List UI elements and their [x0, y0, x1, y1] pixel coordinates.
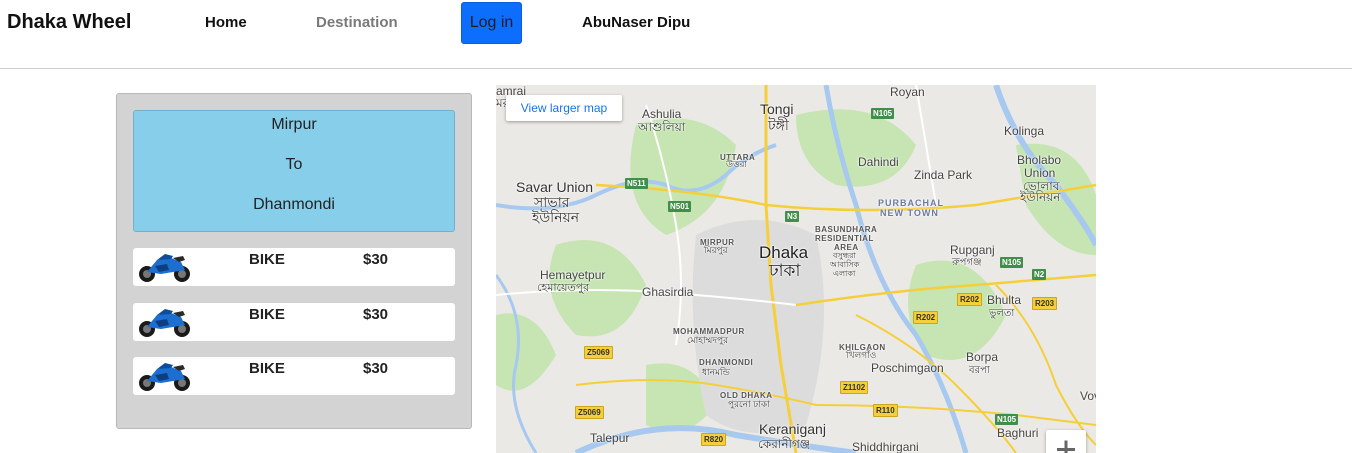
- user-name-link[interactable]: AbuNaser Dipu: [582, 14, 690, 31]
- route-to-label: To: [285, 156, 303, 173]
- map-label: পুরনো ঢাকা: [728, 399, 770, 409]
- map-label: এলাকা: [833, 269, 856, 278]
- map-label: ইউনিয়ন: [532, 209, 580, 225]
- ride-price: $30: [363, 251, 389, 268]
- map-label: মিরপুর: [704, 245, 728, 255]
- map-label: সাভার: [534, 194, 570, 210]
- route-destination: Dhanmondi: [253, 196, 335, 213]
- ride-type: BIKE: [249, 251, 285, 268]
- road-shield: N501: [668, 201, 692, 212]
- route-summary: Mirpur To Dhanmondi: [133, 110, 455, 232]
- ride-search-panel: Mirpur To Dhanmondi BIKE $30 BIKE $30 BI…: [116, 93, 472, 429]
- map-label: উত্তরা: [726, 159, 748, 169]
- road-shield: N105: [1000, 257, 1024, 268]
- map-label: Royan: [890, 85, 925, 99]
- motorbike-image: [139, 254, 190, 282]
- map-label: ভুলতা: [989, 308, 1015, 319]
- road-shield: Z5069: [584, 346, 613, 359]
- ride-type: BIKE: [249, 306, 285, 323]
- map-label: Vov: [1080, 389, 1096, 403]
- ride-option[interactable]: BIKE $30: [133, 303, 455, 341]
- view-larger-map-link[interactable]: View larger map: [506, 95, 622, 121]
- ride-price: $30: [363, 306, 389, 323]
- road-shield: Z1102: [840, 381, 869, 394]
- map-label: Kolinga: [1004, 124, 1045, 138]
- road-shield: N3: [785, 211, 800, 222]
- navbar: Dhaka Wheel Home Destination Log in AbuN…: [0, 0, 1352, 69]
- road-shield: R820: [701, 433, 727, 446]
- motorbike-image: [139, 309, 190, 337]
- map-label: Talepur: [590, 431, 630, 445]
- road-shield: R202: [913, 311, 939, 324]
- map-label: Tongi: [760, 101, 794, 117]
- road-shield: N511: [625, 178, 648, 189]
- map-label: আশুলিয়া: [638, 120, 686, 134]
- map-label: Baghuri: [997, 426, 1039, 440]
- map-label: Poschimgaon: [871, 361, 944, 375]
- map-label: কেরানীগঞ্জ: [758, 437, 811, 451]
- map-label: Dhaka: [759, 243, 809, 262]
- map-label: হেমায়েতপুর: [537, 282, 590, 294]
- map-label: Hemayetpur: [540, 268, 606, 282]
- road-shield: N105: [995, 414, 1019, 425]
- road-shield: N105: [871, 108, 895, 119]
- map-label: Savar Union: [516, 179, 594, 195]
- road-shield: R202: [957, 293, 983, 306]
- road-shield: Z5069: [575, 406, 604, 419]
- motorbike-image: [139, 363, 190, 391]
- map-label: Zinda Park: [914, 168, 973, 182]
- google-map[interactable]: amrai মরাই Ashulia আশুলিয়া Tongi টঙ্গী …: [496, 85, 1096, 453]
- map-label: NEW TOWN: [880, 208, 939, 218]
- plus-icon: [1057, 440, 1075, 453]
- map-label: Borpa: [966, 350, 999, 364]
- map-label: টঙ্গী: [768, 117, 789, 133]
- ride-price: $30: [363, 360, 389, 377]
- ride-option[interactable]: BIKE $30: [133, 248, 455, 286]
- zoom-in-button[interactable]: [1046, 430, 1086, 453]
- route-origin: Mirpur: [271, 116, 317, 133]
- map-label: Shiddhirgani: [852, 440, 919, 453]
- road-shield: R110: [873, 404, 898, 417]
- road-shield: N2: [1032, 269, 1047, 280]
- map-label: Ghasirdia: [642, 285, 694, 299]
- ride-type: BIKE: [249, 360, 285, 377]
- map-label: ইউনিয়ন: [1020, 190, 1061, 204]
- map-label: রুপগঞ্জ: [952, 257, 982, 268]
- ride-option[interactable]: BIKE $30: [133, 357, 455, 395]
- map-label: Keraniganj: [759, 421, 826, 437]
- map-label: বরপা: [969, 365, 990, 376]
- road-shield: R203: [1032, 297, 1058, 310]
- map-label: ঢাকা: [769, 261, 801, 280]
- nav-home-link[interactable]: Home: [205, 14, 247, 31]
- map-label: Bhulta: [987, 293, 1022, 307]
- login-button[interactable]: Log in: [461, 2, 522, 44]
- nav-destination-link[interactable]: Destination: [316, 14, 398, 31]
- map-label: ধানমন্ডি: [702, 367, 730, 377]
- map-label: মোহাম্মদপুর: [687, 335, 729, 345]
- map-label: Dahindi: [858, 155, 899, 169]
- brand-logo[interactable]: Dhaka Wheel: [7, 11, 131, 34]
